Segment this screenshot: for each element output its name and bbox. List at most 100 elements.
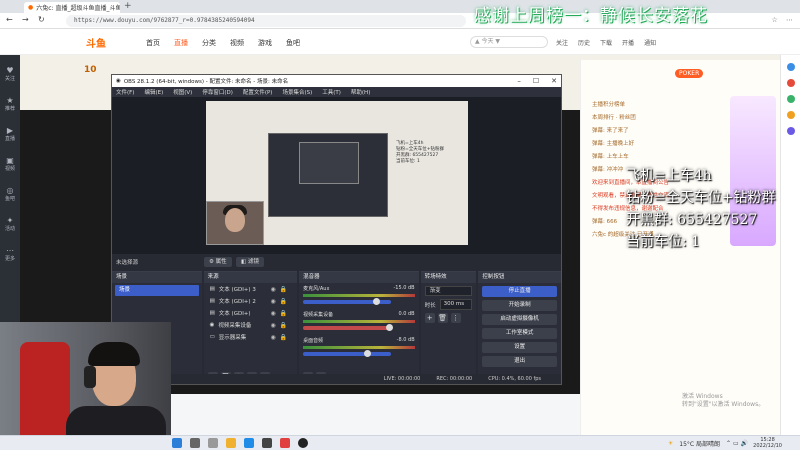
- transition-select[interactable]: 渐变: [424, 286, 473, 296]
- no-source-label: 未选择源: [116, 260, 139, 266]
- obs-window: ◉ OBS 28.1.2 (64-bit, windows) - 配置文件: 未…: [111, 74, 562, 385]
- browser-tab[interactable]: ● 六兔c: 直播_超级斗鱼直播_斗鱼直播 ✕: [24, 2, 120, 13]
- control-button[interactable]: 停止直播: [482, 286, 557, 297]
- start-icon[interactable]: [172, 438, 182, 448]
- store-icon[interactable]: [262, 438, 272, 448]
- filters-button[interactable]: ◧ 滤镜: [236, 257, 264, 267]
- sidebar-item[interactable]: ▣ 视频: [0, 153, 20, 175]
- site-header: 斗鱼 首页 直播 分类 视频 游戏 鱼吧 ▲ 今天 ▼ 关注 历史 下载 开播 通知: [0, 29, 800, 55]
- sidebar-item[interactable]: ♥ 关注: [0, 63, 20, 85]
- site-search-input[interactable]: ▲ 今天 ▼: [470, 36, 548, 48]
- edge-icon[interactable]: [244, 438, 254, 448]
- obs-menu-item[interactable]: 工具(T): [322, 88, 341, 96]
- remove-transition-icon[interactable]: 🗑: [437, 313, 448, 323]
- obs-titlebar: ◉ OBS 28.1.2 (64-bit, windows) - 配置文件: 未…: [112, 75, 561, 87]
- site-nav-item[interactable]: 直播: [174, 38, 188, 48]
- volume-slider[interactable]: [303, 324, 394, 331]
- gift-icon[interactable]: [786, 111, 795, 119]
- scenes-list: 场景: [112, 285, 202, 296]
- control-button[interactable]: 启动虚拟摄像机: [482, 314, 557, 325]
- tray-icons[interactable]: ⌃ ▭ 🔊: [726, 440, 748, 447]
- site-logo[interactable]: 斗鱼: [86, 35, 106, 50]
- visibility-lock-icons[interactable]: ◉🔒: [270, 322, 291, 329]
- site-nav-item[interactable]: 分类: [202, 38, 216, 48]
- header-icon-link[interactable]: 历史: [578, 38, 590, 47]
- event-badge[interactable]: POKER: [675, 69, 704, 78]
- back-icon[interactable]: ←: [6, 15, 13, 24]
- controls-dock: 控制按钮 停止直播 开始录制 启动虚拟摄像机 工作室模式 设置 退出: [478, 271, 561, 384]
- sidebar-label: 推荐: [4, 106, 15, 112]
- site-nav-item[interactable]: 游戏: [258, 38, 272, 48]
- sidebar-item[interactable]: ⋯ 更多: [0, 243, 20, 265]
- sidebar-item[interactable]: ▶ 直播: [0, 123, 20, 145]
- url-input[interactable]: https://www.douyu.com/9762877_r=0.978438…: [66, 15, 466, 27]
- browser-toolbar-icons[interactable]: ☆ ⋯: [771, 16, 796, 24]
- control-button[interactable]: 设置: [482, 342, 557, 353]
- control-button[interactable]: 工作室模式: [482, 328, 557, 339]
- sidebar-item[interactable]: ★ 推荐: [0, 93, 20, 115]
- reload-icon[interactable]: ↻: [38, 15, 45, 24]
- site-nav-item[interactable]: 视频: [230, 38, 244, 48]
- header-icon-link[interactable]: 开播: [622, 38, 634, 47]
- volume-slider-knob[interactable]: [364, 350, 372, 357]
- file-explorer-icon[interactable]: [226, 438, 236, 448]
- volume-slider-knob[interactable]: [386, 324, 394, 331]
- sidebar-label: 视频: [4, 166, 15, 172]
- source-item[interactable]: ▤ 文本 (GDI+) ◉🔒: [204, 307, 298, 319]
- visibility-lock-icons[interactable]: ◉🔒: [270, 310, 291, 317]
- visibility-lock-icons[interactable]: ◉🔒: [270, 298, 291, 305]
- control-button[interactable]: 退出: [482, 356, 557, 367]
- site-nav-item[interactable]: 鱼吧: [286, 38, 300, 48]
- obs-menu-item[interactable]: 停靠窗口(D): [202, 88, 233, 96]
- new-tab-button[interactable]: +: [124, 1, 132, 11]
- forward-icon[interactable]: →: [22, 15, 29, 24]
- obs-menu-item[interactable]: 视图(V): [173, 88, 192, 96]
- source-item[interactable]: ◉ 视频采集设备 ◉🔒: [204, 319, 298, 331]
- transition-menu-icon[interactable]: ⋮: [450, 313, 461, 323]
- cpu-fps: CPU: 0.4%, 60.00 fps: [488, 376, 541, 382]
- share-icon[interactable]: [786, 63, 795, 71]
- weather-icon[interactable]: ☀: [668, 440, 673, 447]
- weather-text[interactable]: 15°C 局部晴朗: [679, 439, 720, 448]
- duration-input[interactable]: 300 ms: [439, 299, 473, 310]
- wechat-icon[interactable]: [786, 95, 795, 103]
- site-nav-item[interactable]: 首页: [146, 38, 160, 48]
- header-icon-link[interactable]: 关注: [556, 38, 568, 47]
- close-icon[interactable]: ✕: [551, 77, 557, 85]
- volume-slider-knob[interactable]: [373, 298, 381, 305]
- settings-icon[interactable]: [786, 127, 795, 135]
- preview-webcam: [206, 201, 264, 245]
- scene-item[interactable]: 场景: [115, 285, 199, 296]
- sidebar-item[interactable]: ✦ 活动: [0, 213, 20, 235]
- source-item[interactable]: ▭ 显示器采集 ◉🔒: [204, 331, 298, 343]
- overlay-info-text: 飞机=上车4h 钻粉=全天车位+钻粉群 开黑群: 655427527 当前车位: 1: [626, 165, 775, 253]
- visibility-lock-icons[interactable]: ◉🔒: [270, 286, 291, 293]
- maximize-icon[interactable]: ☐: [533, 77, 539, 85]
- obs-menu-item[interactable]: 配置文件(P): [243, 88, 273, 96]
- sidebar-item[interactable]: ◎ 鱼吧: [0, 183, 20, 205]
- obs-menu-item[interactable]: 文件(F): [116, 88, 134, 96]
- app-icon[interactable]: [786, 79, 795, 87]
- volume-slider[interactable]: [303, 298, 391, 305]
- minimize-icon[interactable]: –: [517, 77, 521, 85]
- sidebar-icon: ♥: [6, 66, 14, 75]
- source-item[interactable]: ▤ 文本 (GDI+) 3 ◉🔒: [204, 283, 298, 295]
- volume-slider[interactable]: [303, 350, 391, 357]
- app-red-icon[interactable]: [280, 438, 290, 448]
- header-icon-link[interactable]: 下载: [600, 38, 612, 47]
- control-button[interactable]: 开始录制: [482, 300, 557, 311]
- duration-label: 时长: [424, 302, 436, 309]
- obs-menu-item[interactable]: 场景集合(S): [282, 88, 312, 96]
- visibility-lock-icons[interactable]: ◉🔒: [270, 334, 291, 341]
- clock[interactable]: 15:28 2022/12/10: [753, 437, 782, 449]
- obs-menu-item[interactable]: 编辑(E): [144, 88, 163, 96]
- add-transition-icon[interactable]: +: [424, 313, 435, 323]
- task-view-icon[interactable]: [208, 438, 218, 448]
- source-item[interactable]: ▤ 文本 (GDI+) 2 ◉🔒: [204, 295, 298, 307]
- properties-button[interactable]: ⚙ 属性: [204, 257, 232, 267]
- header-icon-link[interactable]: 通知: [644, 38, 656, 47]
- obs-menu-item[interactable]: 帮助(H): [351, 88, 370, 96]
- obs-preview[interactable]: 飞机=上车4h 钻粉=全天车位+钻粉群 开黑群: 655427527 当前车位: 1: [112, 97, 561, 254]
- obs-taskbar-icon[interactable]: [298, 438, 308, 448]
- search-icon[interactable]: [190, 438, 200, 448]
